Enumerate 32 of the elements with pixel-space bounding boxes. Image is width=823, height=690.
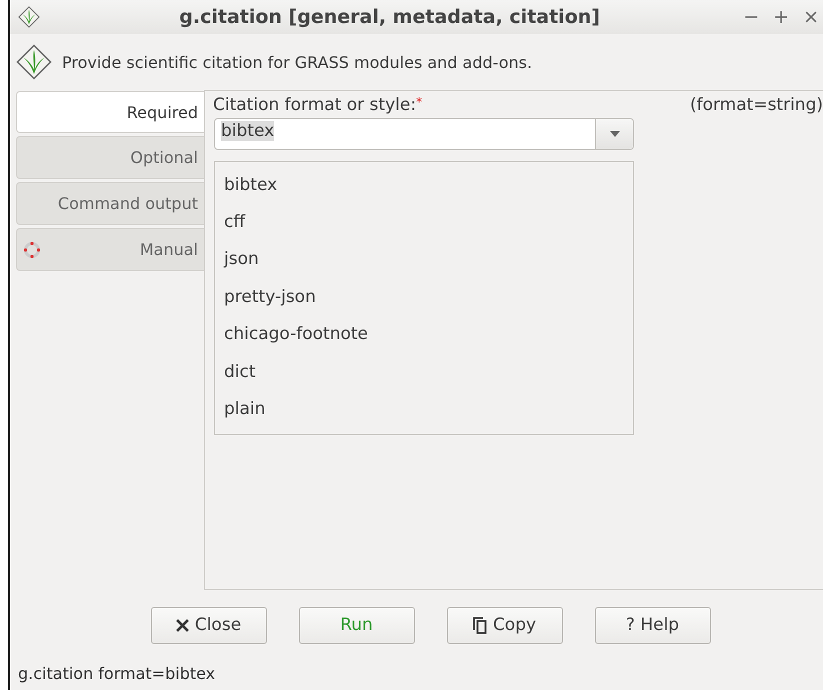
dropdown-button[interactable]	[595, 119, 633, 149]
tab[interactable]: Required	[16, 91, 204, 133]
parameter-label: Citation format or style:	[213, 95, 416, 115]
caret-icon	[610, 131, 620, 137]
dropdown-option[interactable]: cff	[215, 203, 633, 241]
copy-icon	[472, 616, 487, 634]
close-button[interactable]: Close	[150, 606, 266, 644]
grass-icon	[16, 44, 52, 80]
window-title: g.citation [general, metadata, citation]	[178, 6, 601, 28]
required-mark: *	[416, 95, 422, 111]
copy-button[interactable]: Copy	[446, 606, 562, 644]
field-value: bibtex	[221, 121, 274, 141]
module-description: Provide scientific citation for GRASS modules and add-ons.	[62, 52, 532, 72]
status-text: g.citation format=bibtex	[17, 662, 216, 684]
minimize-button[interactable]: −	[739, 6, 764, 28]
dropdown-option[interactable]: plain	[215, 390, 633, 428]
maximize-button[interactable]: +	[769, 6, 794, 28]
dropdown-option[interactable]: json	[215, 240, 633, 278]
tab[interactable]: Command output	[16, 182, 204, 225]
dropdown-option[interactable]: dict	[215, 352, 633, 390]
close-button[interactable]: ×	[799, 6, 823, 28]
dropdown-option[interactable]: bibtex	[215, 166, 633, 204]
lifebuoy-icon	[23, 240, 41, 258]
tab[interactable]: Optional	[16, 136, 204, 179]
dropdown-option[interactable]: chicago-footnote	[215, 316, 633, 353]
tab[interactable]: Manual	[16, 228, 204, 271]
app-icon	[18, 6, 40, 28]
x-icon	[176, 618, 189, 632]
help-button[interactable]: ? Help	[594, 606, 710, 644]
format-combo-box[interactable]: bibtex	[214, 118, 634, 150]
dropdown-option[interactable]: pretty-json	[215, 278, 633, 316]
type-hint: (format=string)	[690, 95, 823, 115]
